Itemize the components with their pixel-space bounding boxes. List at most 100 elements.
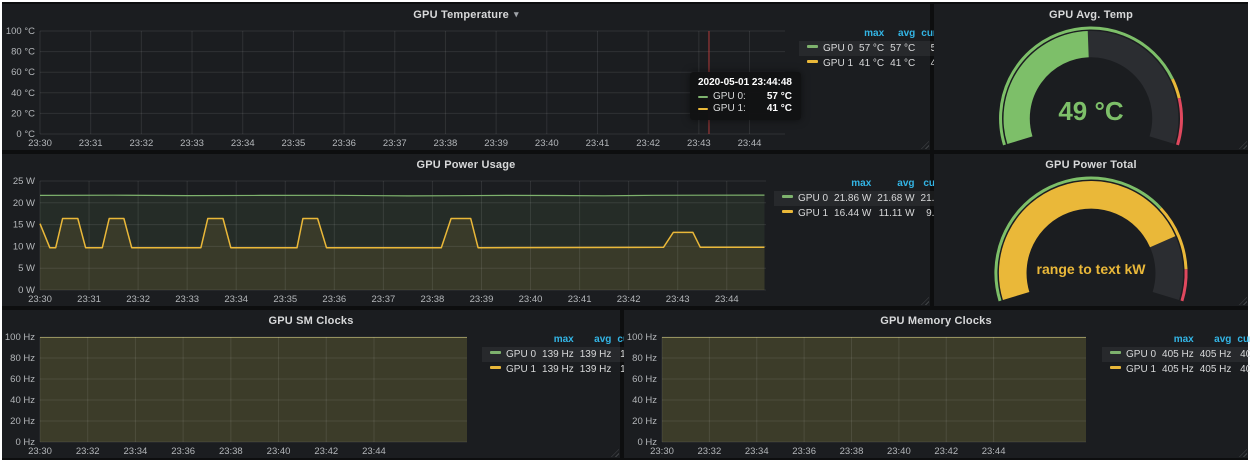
svg-text:23:40: 23:40 (519, 294, 543, 305)
legend-series-name[interactable]: GPU 0 (774, 191, 828, 206)
legend-gpu-sm-clocks: maxavgcurrentGPU 0139 Hz139 Hz139 HzGPU … (482, 331, 620, 458)
tooltip-series-label: GPU 0: (713, 91, 746, 102)
svg-text:23:42: 23:42 (636, 138, 660, 149)
svg-text:23:42: 23:42 (617, 294, 641, 305)
legend-series-name[interactable]: GPU 0 (799, 41, 853, 56)
legend-col-max[interactable]: max (828, 176, 871, 191)
svg-text:23:30: 23:30 (28, 294, 52, 305)
chevron-down-icon: ▾ (514, 10, 519, 19)
svg-text:20 W: 20 W (13, 198, 35, 209)
svg-text:60 °C: 60 °C (11, 67, 35, 78)
series-swatch-icon (807, 45, 818, 48)
svg-text:23:44: 23:44 (738, 138, 762, 149)
panel-title-text: GPU Temperature (413, 9, 509, 21)
panel-title-gpu-memory-clocks[interactable]: GPU Memory Clocks (624, 310, 1248, 331)
svg-text:20 °C: 20 °C (11, 108, 35, 119)
legend-row: GPU 057 °C57 °C57 °C (799, 41, 956, 56)
gpu-power-usage-chart[interactable]: 0 W5 W10 W15 W20 W25 W23:3023:3123:3223:… (2, 175, 774, 306)
panel-title-gpu-avg-temp[interactable]: GPU Avg. Temp (934, 4, 1248, 25)
series-swatch (698, 96, 708, 98)
svg-text:23:35: 23:35 (273, 294, 297, 305)
panel-gpu-temperature: GPU Temperature ▾ 2020-05-01 23:44:48 GP… (2, 4, 930, 150)
svg-text:20 Hz: 20 Hz (632, 416, 657, 427)
svg-text:23:32: 23:32 (697, 446, 721, 457)
svg-text:23:37: 23:37 (371, 294, 395, 305)
svg-text:23:40: 23:40 (887, 446, 911, 457)
svg-text:80 Hz: 80 Hz (10, 353, 35, 364)
legend-col-max[interactable]: max (853, 26, 884, 41)
legend-series-name[interactable]: GPU 1 (482, 362, 536, 377)
legend-col-avg[interactable]: avg (884, 26, 915, 41)
legend-value: 405 Hz (1156, 362, 1194, 377)
svg-text:23:34: 23:34 (224, 294, 248, 305)
gpu-sm-clocks-chart[interactable]: 0 Hz20 Hz40 Hz60 Hz80 Hz100 Hz23:3023:32… (2, 331, 482, 458)
legend-series-name[interactable]: GPU 0 (482, 347, 536, 362)
gpu-avg-temp-gauge: 49 °C (934, 25, 1248, 150)
svg-text:60 Hz: 60 Hz (632, 374, 657, 385)
gpu-memory-clocks-chart[interactable]: 0 Hz20 Hz40 Hz60 Hz80 Hz100 Hz23:3023:32… (624, 331, 1102, 458)
legend-value: 21.86 W (828, 191, 871, 206)
svg-text:23:38: 23:38 (421, 294, 445, 305)
legend-value: 41 °C (853, 56, 884, 71)
svg-text:10 W: 10 W (13, 241, 35, 252)
grafana-dashboard: { "colors": { "green": "#7eb26d", "yello… (0, 0, 1250, 462)
legend-series-name[interactable]: GPU 1 (1102, 362, 1156, 377)
legend-value: 41 °C (884, 56, 915, 71)
svg-text:23:38: 23:38 (434, 138, 458, 149)
panel-title-gpu-power-usage[interactable]: GPU Power Usage (2, 154, 930, 175)
legend-col-max[interactable]: max (536, 332, 574, 347)
svg-text:60 Hz: 60 Hz (10, 374, 35, 385)
gpu-temperature-chart[interactable]: 2020-05-01 23:44:48 GPU 0: 57 °C GPU 1: … (2, 25, 799, 150)
panel-gpu-memory-clocks: GPU Memory Clocks 0 Hz20 Hz40 Hz60 Hz80 … (624, 310, 1248, 458)
panel-title-gpu-sm-clocks[interactable]: GPU SM Clocks (2, 310, 620, 331)
legend-col-avg[interactable]: avg (1194, 332, 1232, 347)
series-swatch-icon (782, 210, 793, 213)
legend-row: GPU 0405 Hz405 Hz405 Hz (1102, 347, 1250, 362)
legend-value: 139 Hz (574, 347, 612, 362)
legend-series-name[interactable]: GPU 1 (774, 206, 828, 221)
svg-text:23:33: 23:33 (180, 138, 204, 149)
series-swatch-icon (1110, 351, 1121, 354)
legend-col-avg[interactable]: avg (871, 176, 914, 191)
panel-gpu-avg-temp: GPU Avg. Temp 49 °C (934, 4, 1248, 150)
legend-value: 57 °C (884, 41, 915, 56)
legend-series-name[interactable]: GPU 0 (1102, 347, 1156, 362)
legend-value: 57 °C (853, 41, 884, 56)
panel-gpu-sm-clocks: GPU SM Clocks 0 Hz20 Hz40 Hz60 Hz80 Hz10… (2, 310, 620, 458)
legend-value: 405 Hz (1194, 362, 1232, 377)
svg-text:23:34: 23:34 (231, 138, 255, 149)
legend-col-avg[interactable]: avg (574, 332, 612, 347)
legend-value: 11.11 W (871, 206, 914, 221)
legend-row: GPU 116.44 W11.11 W9.79 W (774, 206, 958, 221)
svg-text:23:32: 23:32 (126, 294, 150, 305)
series-swatch-icon (1110, 366, 1121, 369)
legend-value: 139 Hz (536, 347, 574, 362)
panel-title-text: GPU Memory Clocks (880, 315, 992, 327)
panel-title-gpu-power-total[interactable]: GPU Power Total (934, 154, 1248, 175)
legend-col-current[interactable]: current (1231, 332, 1250, 347)
legend-value: 21.68 W (871, 191, 914, 206)
legend-gpu-memory-clocks: maxavgcurrentGPU 0405 Hz405 Hz405 HzGPU … (1102, 331, 1248, 458)
legend-value: 405 Hz (1231, 362, 1250, 377)
panel-gpu-power-usage: GPU Power Usage 0 W5 W10 W15 W20 W25 W23… (2, 154, 930, 306)
tooltip-series-value: 41 °C (757, 103, 792, 114)
legend-value: 405 Hz (1231, 347, 1250, 362)
svg-text:25 W: 25 W (13, 176, 35, 187)
svg-text:23:34: 23:34 (124, 446, 148, 457)
svg-text:5 W: 5 W (18, 263, 35, 274)
legend-row: GPU 141 °C41 °C41 °C (799, 56, 956, 71)
legend-series-name[interactable]: GPU 1 (799, 56, 853, 71)
svg-text:23:35: 23:35 (282, 138, 306, 149)
panel-title-text: GPU Power Usage (417, 159, 516, 171)
svg-text:23:44: 23:44 (362, 446, 386, 457)
svg-text:23:30: 23:30 (650, 446, 674, 457)
svg-text:23:30: 23:30 (28, 138, 52, 149)
svg-text:23:30: 23:30 (28, 446, 52, 457)
svg-text:100 Hz: 100 Hz (627, 332, 657, 343)
svg-text:23:36: 23:36 (792, 446, 816, 457)
svg-text:23:42: 23:42 (314, 446, 338, 457)
svg-text:23:39: 23:39 (484, 138, 508, 149)
svg-text:23:36: 23:36 (171, 446, 195, 457)
legend-col-max[interactable]: max (1156, 332, 1194, 347)
panel-title-gpu-temperature[interactable]: GPU Temperature ▾ (2, 4, 930, 25)
